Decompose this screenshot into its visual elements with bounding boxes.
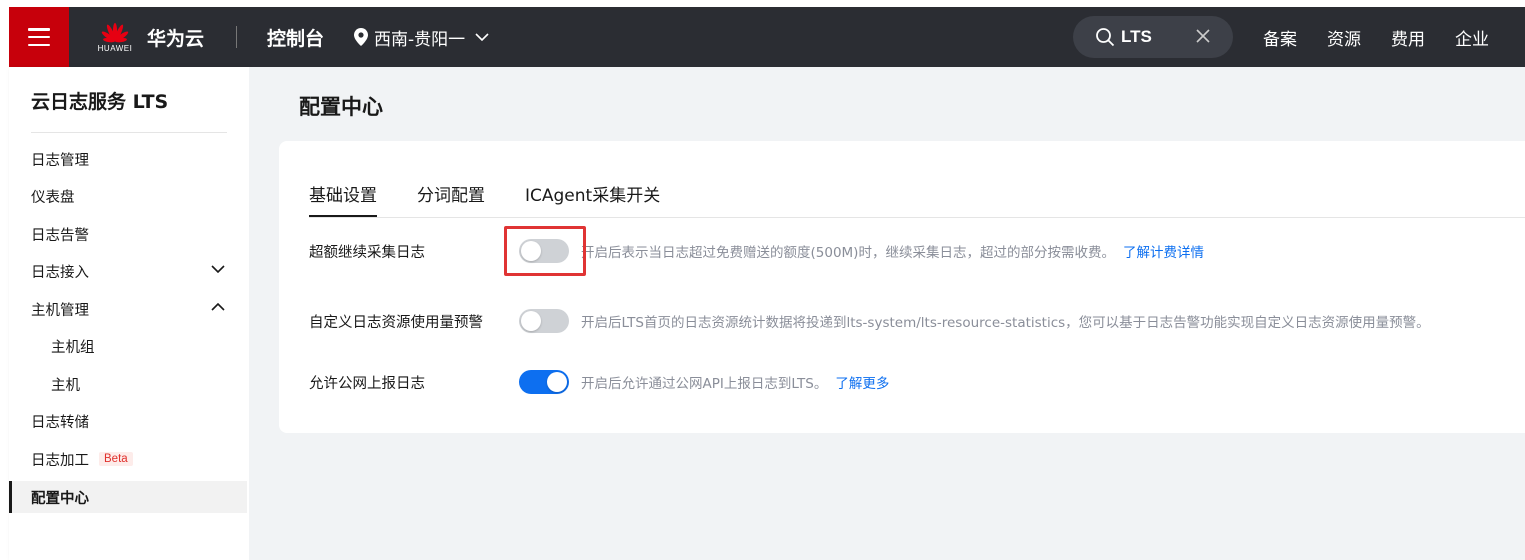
clear-search-icon[interactable] (1195, 28, 1211, 44)
sidebar-item-dashboard[interactable]: 仪表盘 (9, 180, 247, 212)
sidebar-item-hosts[interactable]: 主机 (9, 368, 247, 400)
nav-item-billing[interactable]: 费用 (1391, 25, 1425, 50)
sidebar-item-label: 日志管理 (31, 152, 89, 169)
sidebar-item-log-alarms[interactable]: 日志告警 (9, 218, 247, 250)
billing-details-link[interactable]: 了解计费详情 (1123, 245, 1204, 261)
region-label: 西南-贵阳一 (374, 29, 466, 50)
sidebar-item-log-processing[interactable]: 日志加工 Beta (9, 443, 247, 475)
nav-item-resources[interactable]: 资源 (1327, 25, 1361, 50)
sidebar-item-config-center[interactable]: 配置中心 (9, 481, 247, 513)
sidebar-item-log-ingestion[interactable]: 日志接入 (9, 255, 247, 287)
learn-more-link[interactable]: 了解更多 (835, 376, 889, 392)
sidebar-item-label: 日志转储 (31, 414, 89, 431)
tab-icagent-switch[interactable]: ICAgent采集开关 (525, 181, 660, 217)
overquota-collect-toggle[interactable] (519, 239, 569, 263)
logo-text: HUAWEI (97, 44, 133, 53)
sidebar-item-log-management[interactable]: 日志管理 (9, 143, 247, 175)
toggle-knob (521, 311, 541, 331)
setting-description: 开启后表示当日志超过免费赠送的额度(500M)时，继续采集日志，超过的部分按需收… (581, 241, 1204, 261)
sidebar-item-label: 仪表盘 (31, 189, 75, 206)
top-bar: HUAWEI 华为云 控制台 西南-贵阳一 LTS 备案 资源 费用 企业 (9, 7, 1525, 67)
sidebar-item-log-transfer[interactable]: 日志转储 (9, 405, 247, 437)
huawei-flower-icon (101, 23, 129, 43)
brand-name[interactable]: 华为云 (147, 24, 204, 51)
huawei-logo[interactable]: HUAWEI (95, 21, 135, 53)
setting-description-text: 开启后表示当日志超过免费赠送的额度(500M)时，继续采集日志，超过的部分按需收… (581, 245, 1115, 261)
sidebar-item-label: 日志告警 (31, 227, 89, 244)
usage-alert-toggle[interactable] (519, 309, 569, 333)
chevron-down-icon (475, 33, 489, 41)
sidebar: 云日志服务 LTS 日志管理 仪表盘 日志告警 日志接入 主机管理 主机组 主机… (9, 67, 249, 560)
setting-label: 允许公网上报日志 (309, 375, 425, 392)
top-nav: 备案 资源 费用 企业 (1263, 7, 1519, 67)
search-icon (1096, 28, 1115, 47)
nav-item-enterprise[interactable]: 企业 (1455, 25, 1489, 50)
main-content: 配置中心 基础设置 分词配置 ICAgent采集开关 超额继续采集日志 开启后表… (249, 67, 1525, 560)
sidebar-item-label: 日志加工 (31, 452, 89, 469)
nav-item-beian[interactable]: 备案 (1263, 25, 1297, 50)
setting-description: 开启后允许通过公网API上报日志到LTS。 了解更多 (581, 372, 889, 392)
sidebar-item-label: 主机管理 (31, 302, 89, 319)
menu-button[interactable] (9, 7, 69, 67)
page-title: 配置中心 (299, 95, 383, 119)
divider (236, 26, 238, 48)
public-network-toggle[interactable] (519, 370, 569, 394)
setting-label: 超额继续采集日志 (309, 244, 425, 261)
sidebar-item-label: 配置中心 (31, 490, 89, 507)
console-link[interactable]: 控制台 (267, 24, 324, 51)
tab-basic-settings[interactable]: 基础设置 (309, 181, 377, 217)
hamburger-icon (28, 28, 50, 46)
beta-badge: Beta (99, 452, 133, 466)
sidebar-item-label: 主机组 (51, 339, 95, 356)
setting-row-overquota: 超额继续采集日志 开启后表示当日志超过免费赠送的额度(500M)时，继续采集日志… (309, 236, 1525, 266)
setting-row-usage-alert: 自定义日志资源使用量预警 开启后LTS首页的日志资源统计数据将投递到lts-sy… (309, 306, 1525, 336)
tab-divider (309, 217, 1525, 218)
search-box[interactable]: LTS (1073, 16, 1233, 58)
setting-row-public-network: 允许公网上报日志 开启后允许通过公网API上报日志到LTS。 了解更多 (309, 367, 1525, 397)
sidebar-item-host-management[interactable]: 主机管理 (9, 293, 247, 325)
chevron-down-icon (211, 265, 225, 273)
region-selector[interactable]: 西南-贵阳一 (354, 25, 489, 50)
tab-bar: 基础设置 分词配置 ICAgent采集开关 (309, 181, 700, 217)
location-pin-icon (354, 28, 369, 46)
setting-description: 开启后LTS首页的日志资源统计数据将投递到lts-system/lts-reso… (581, 315, 1430, 331)
sidebar-item-label: 日志接入 (31, 264, 89, 281)
sidebar-divider (31, 132, 227, 133)
settings-card: 基础设置 分词配置 ICAgent采集开关 超额继续采集日志 开启后表示当日志超… (279, 141, 1525, 433)
search-input[interactable]: LTS (1121, 27, 1152, 47)
sidebar-item-label: 主机 (51, 377, 80, 394)
toggle-knob (521, 241, 541, 261)
toggle-knob (547, 372, 567, 392)
sidebar-title: 云日志服务 LTS (31, 91, 169, 113)
tab-tokenizer-config[interactable]: 分词配置 (417, 181, 485, 217)
chevron-up-icon (211, 303, 225, 311)
sidebar-item-host-groups[interactable]: 主机组 (9, 330, 247, 362)
setting-label: 自定义日志资源使用量预警 (309, 314, 483, 331)
setting-description-text: 开启后允许通过公网API上报日志到LTS。 (581, 376, 828, 392)
